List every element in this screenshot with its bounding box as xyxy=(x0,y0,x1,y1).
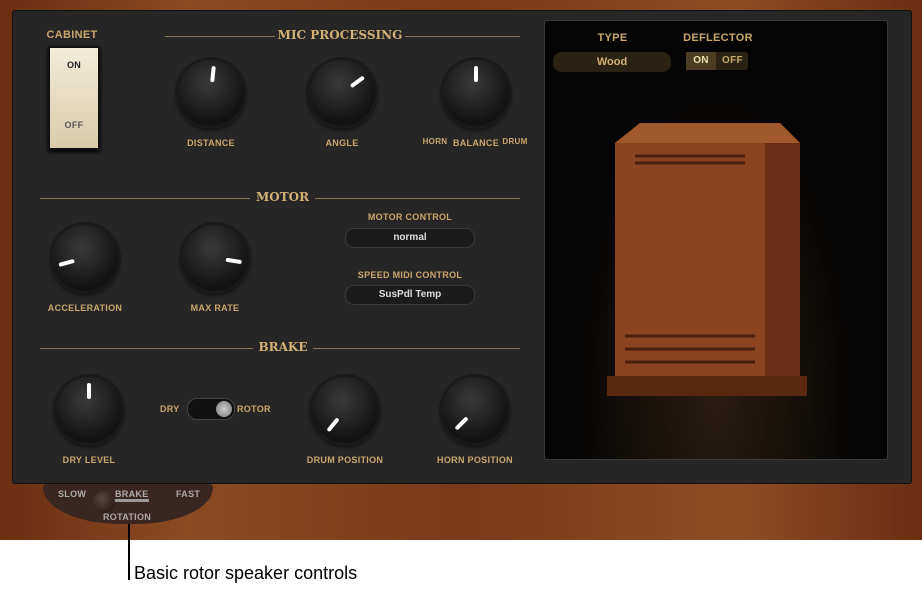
rotation-label: ROTATION xyxy=(103,512,152,522)
deflector-label: DEFLECTOR xyxy=(683,32,753,44)
cabinet-switch[interactable]: ON OFF xyxy=(48,46,100,150)
deflector-toggle: ON OFF xyxy=(686,52,748,70)
knob-pointer xyxy=(349,75,366,89)
motor-heading: MOTOR xyxy=(250,190,315,204)
angle-knob[interactable] xyxy=(309,60,375,126)
rotation-brake[interactable]: BRAKE xyxy=(115,489,149,499)
toggle-thumb xyxy=(216,401,232,417)
balance-knob[interactable] xyxy=(443,60,509,126)
drum-position-knob[interactable] xyxy=(312,377,378,443)
speed-midi-label: SPEED MIDI CONTROL xyxy=(357,270,463,280)
cabinet-off: OFF xyxy=(64,120,84,130)
max-rate-knob[interactable] xyxy=(182,225,248,291)
rotation-track xyxy=(113,499,149,502)
motor-control-label: MOTOR CONTROL xyxy=(367,212,453,222)
deflector-off[interactable]: OFF xyxy=(717,52,748,70)
knob-pointer xyxy=(87,383,91,399)
dry-level-label: DRY LEVEL xyxy=(62,455,116,465)
callout-caption: Basic rotor speaker controls xyxy=(134,563,358,583)
cabinet-on: ON xyxy=(66,60,82,70)
horn-position-label: HORN POSITION xyxy=(437,455,513,465)
knob-pointer xyxy=(210,65,216,83)
rotor-label: ROTOR xyxy=(237,404,271,414)
distance-knob[interactable] xyxy=(178,60,244,126)
deflector-on[interactable]: ON xyxy=(686,52,716,70)
acceleration-knob[interactable] xyxy=(52,225,118,291)
leslie-cabinet-image xyxy=(607,123,807,396)
type-label: TYPE xyxy=(597,32,628,44)
mic-processing-heading: MIC PROCESSING xyxy=(275,28,405,42)
speed-midi-menu[interactable]: SusPdl Temp xyxy=(345,285,475,305)
max-rate-label: MAX RATE xyxy=(190,303,240,313)
dry-label: DRY xyxy=(160,404,180,414)
dry-level-knob[interactable] xyxy=(56,377,122,443)
rotation-lever[interactable] xyxy=(93,491,115,513)
dry-rotor-toggle[interactable] xyxy=(187,398,235,420)
knob-pointer xyxy=(474,66,478,82)
acceleration-label: ACCELERATION xyxy=(47,303,123,313)
type-menu[interactable]: Wood xyxy=(553,52,671,72)
rotation-fast[interactable]: FAST xyxy=(176,489,200,499)
callout-line xyxy=(128,524,130,580)
knob-pointer xyxy=(454,416,469,431)
knob-pointer xyxy=(58,258,75,267)
distance-label: DISTANCE xyxy=(187,138,235,148)
balance-drum-label: DRUM xyxy=(502,137,528,146)
brake-heading: BRAKE xyxy=(253,340,313,354)
motor-control-menu[interactable]: normal xyxy=(345,228,475,248)
balance-horn-label: HORN xyxy=(422,137,448,146)
knob-pointer xyxy=(326,417,340,433)
drum-position-label: DRUM POSITION xyxy=(306,455,384,465)
knob-pointer xyxy=(225,257,242,265)
rotation-slow[interactable]: SLOW xyxy=(58,489,86,499)
cabinet-label: CABINET xyxy=(46,29,98,41)
horn-position-knob[interactable] xyxy=(442,377,508,443)
angle-label: ANGLE xyxy=(325,138,359,148)
cabinet-display: TYPE Wood DEFLECTOR ON OFF xyxy=(544,20,888,460)
